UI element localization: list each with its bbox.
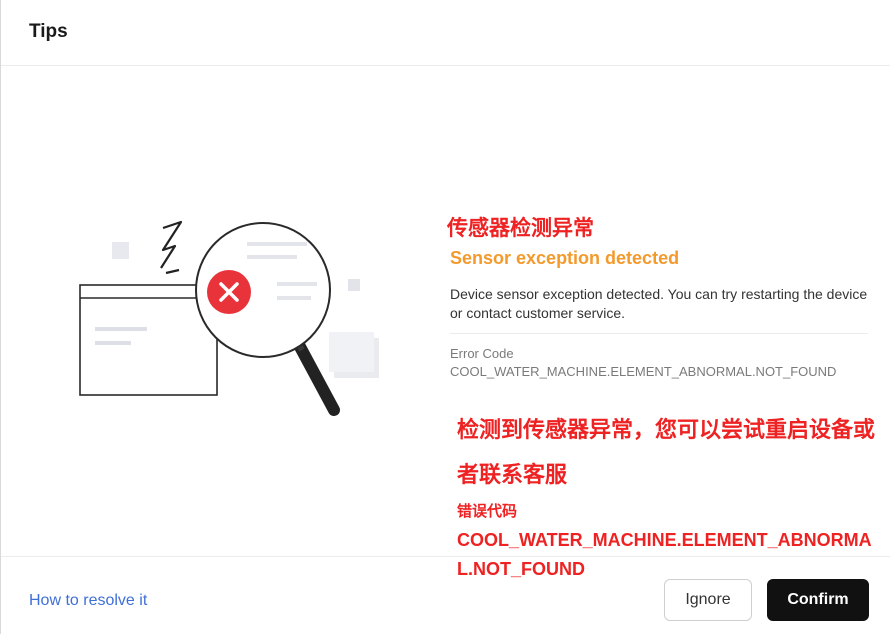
zh-error-code-value-annotation: COOL_WATER_MACHINE.ELEMENT_ABNORMAL.NOT_… — [457, 530, 872, 579]
confirm-button[interactable]: Confirm — [767, 579, 869, 621]
error-code-value: COOL_WATER_MACHINE.ELEMENT_ABNORMAL.NOT_… — [450, 364, 837, 379]
sensor-error-illustration — [79, 220, 379, 416]
zh-error-code-label-annotation: 错误代码 — [457, 502, 518, 520]
ignore-button-label: Ignore — [685, 591, 731, 608]
dialog-header: Tips — [1, 0, 890, 66]
divider — [450, 333, 868, 334]
footer-divider — [1, 556, 890, 557]
error-code-label: Error Code — [450, 346, 514, 361]
error-title: Sensor exception detected — [450, 248, 680, 268]
error-description: Device sensor exception detected. You ca… — [450, 286, 868, 321]
zh-title-annotation: 传感器检测异常 — [447, 216, 594, 240]
tips-dialog: Tips 传感器检测异常 Sensor exception detected D… — [0, 0, 890, 634]
zh-description-annotation: 检测到传感器异常，您可以尝试重启设备或者联系客服 — [457, 418, 876, 488]
how-to-resolve-link[interactable]: How to resolve it — [29, 592, 147, 610]
confirm-button-label: Confirm — [787, 591, 849, 608]
ignore-button[interactable]: Ignore — [664, 579, 752, 621]
dialog-title: Tips — [29, 21, 68, 42]
